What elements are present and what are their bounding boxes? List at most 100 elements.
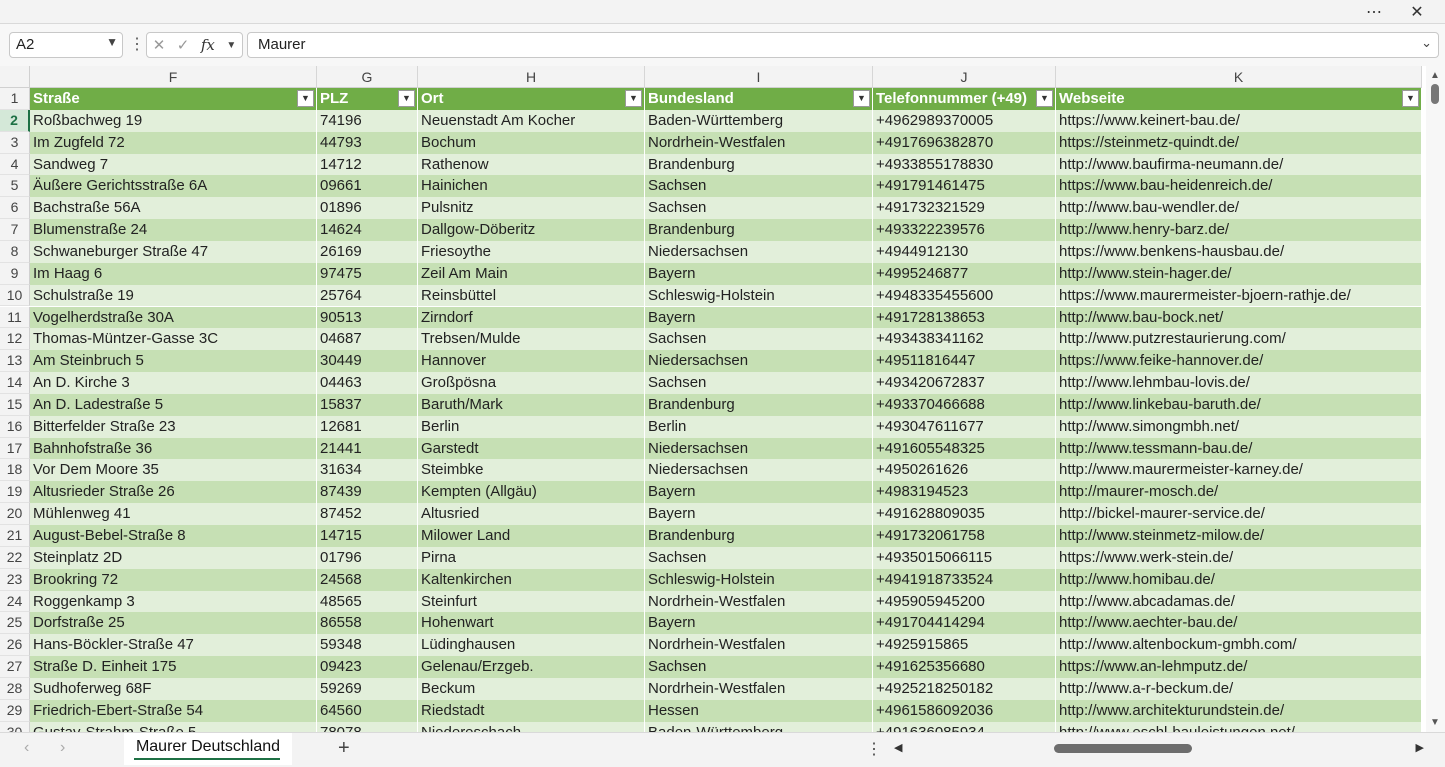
cell-telefon[interactable]: +49511816447 (873, 350, 1056, 373)
horizontal-scrollbar[interactable]: ◀ ▶ (894, 741, 1424, 755)
header-cell-plz[interactable]: PLZ ▼ (317, 88, 418, 110)
cell-street[interactable]: Dorfstraße 25 (30, 612, 317, 635)
row-number[interactable]: 11 (0, 306, 30, 329)
cell-plz[interactable]: 64560 (317, 699, 418, 722)
cell-bundesland[interactable]: Schleswig-Holstein (645, 284, 873, 307)
cell-street[interactable]: Bachstraße 56A (30, 197, 317, 220)
cell-plz[interactable]: 78078 (317, 721, 418, 732)
cell-webseite[interactable]: https://www.maurermeister-bjoern-rathje.… (1056, 284, 1422, 307)
close-icon[interactable]: ✕ (1399, 0, 1435, 24)
cell-street[interactable]: Mühlenweg 41 (30, 503, 317, 525)
row-number[interactable]: 26 (0, 634, 30, 657)
cell-ort[interactable]: Steimbke (418, 459, 645, 482)
cell-bundesland[interactable]: Brandenburg (645, 153, 873, 176)
cell-ort[interactable]: Milower Land (418, 525, 645, 547)
cell-webseite[interactable]: http://bickel-maurer-service.de/ (1056, 503, 1422, 525)
cell-ort[interactable]: Gelenau/Erzgeb. (418, 656, 645, 678)
cell-telefon[interactable]: +491628809035 (873, 503, 1056, 525)
cell-bundesland[interactable]: Bayern (645, 481, 873, 504)
cell-street[interactable]: Sandweg 7 (30, 153, 317, 176)
cell-bundesland[interactable]: Sachsen (645, 372, 873, 394)
cell-plz[interactable]: 15837 (317, 393, 418, 416)
row-number[interactable]: 16 (0, 415, 30, 438)
cell-telefon[interactable]: +493420672837 (873, 372, 1056, 394)
cell-plz[interactable]: 48565 (317, 590, 418, 613)
cell-bundesland[interactable]: Niedersachsen (645, 240, 873, 263)
cell-webseite[interactable]: https://www.an-lehmputz.de/ (1056, 656, 1422, 678)
cell-webseite[interactable]: http://www.linkebau-baruth.de/ (1056, 393, 1422, 416)
row-number[interactable]: 23 (0, 568, 30, 591)
header-cell-street[interactable]: Straße ▼ (30, 88, 317, 110)
cell-ort[interactable]: Zirndorf (418, 306, 645, 329)
spreadsheet-grid[interactable]: F G H I J K 1 Straße ▼ PLZ ▼ Ort ▼ Bundesland ▼ T… (0, 66, 1445, 732)
cell-bundesland[interactable]: Schleswig-Holstein (645, 568, 873, 591)
cell-street[interactable]: Steinplatz 2D (30, 546, 317, 569)
cell-plz[interactable]: 12681 (317, 415, 418, 438)
cell-webseite[interactable]: http://www.lehmbau-lovis.de/ (1056, 372, 1422, 394)
cell-street[interactable]: Altusrieder Straße 26 (30, 481, 317, 504)
cell-telefon[interactable]: +4941918733524 (873, 568, 1056, 591)
cell-plz[interactable]: 21441 (317, 437, 418, 460)
filter-dropdown-icon[interactable]: ▼ (297, 90, 314, 107)
cell-bundesland[interactable]: Bayern (645, 262, 873, 285)
row-number[interactable]: 4 (0, 153, 30, 176)
cell-telefon[interactable]: +491732321529 (873, 197, 1056, 220)
cell-plz[interactable]: 04463 (317, 372, 418, 394)
row-number[interactable]: 20 (0, 503, 30, 525)
next-sheet-icon[interactable]: › (60, 739, 65, 757)
cell-telefon[interactable]: +491704414294 (873, 612, 1056, 635)
row-number[interactable]: 17 (0, 437, 30, 460)
cell-bundesland[interactable]: Bayern (645, 306, 873, 329)
cell-ort[interactable]: Steinfurt (418, 590, 645, 613)
formula-input[interactable]: Maurer ⌄ (247, 32, 1439, 58)
cell-telefon[interactable]: +493322239576 (873, 219, 1056, 241)
row-number[interactable]: 27 (0, 656, 30, 678)
column-header-g[interactable]: G (317, 66, 418, 88)
cell-street[interactable]: Im Haag 6 (30, 262, 317, 285)
row-number[interactable]: 10 (0, 284, 30, 307)
cell-telefon[interactable]: +4948335455600 (873, 284, 1056, 307)
row-number[interactable]: 29 (0, 699, 30, 722)
cell-street[interactable]: Gustav-Strahm-Straße 5 (30, 721, 317, 732)
column-header-i[interactable]: I (645, 66, 873, 88)
header-cell-webseite[interactable]: Webseite ▼ (1056, 88, 1422, 110)
cell-telefon[interactable]: +491791461475 (873, 175, 1056, 198)
cell-telefon[interactable]: +491636085934 (873, 721, 1056, 732)
cell-ort[interactable]: Kempten (Allgäu) (418, 481, 645, 504)
cell-webseite[interactable]: http://www.henry-barz.de/ (1056, 219, 1422, 241)
filter-dropdown-icon[interactable]: ▼ (398, 90, 415, 107)
cell-ort[interactable]: Trebsen/Mulde (418, 328, 645, 351)
cell-plz[interactable]: 59269 (317, 677, 418, 700)
cell-webseite[interactable]: https://www.bau-heidenreich.de/ (1056, 175, 1422, 198)
cell-bundesland[interactable]: Sachsen (645, 175, 873, 198)
cell-ort[interactable]: Hainichen (418, 175, 645, 198)
cell-webseite[interactable]: http://www.putzrestaurierung.com/ (1056, 328, 1422, 351)
cell-bundesland[interactable]: Bayern (645, 503, 873, 525)
cancel-icon[interactable]: ✕ (153, 36, 166, 54)
cell-plz[interactable]: 74196 (317, 109, 418, 132)
cell-ort[interactable]: Altusried (418, 503, 645, 525)
cell-telefon[interactable]: +4935015066115 (873, 546, 1056, 569)
cell-telefon[interactable]: +4925218250182 (873, 677, 1056, 700)
enter-icon[interactable]: ✓ (177, 36, 190, 54)
header-cell-bundesland[interactable]: Bundesland ▼ (645, 88, 873, 110)
cell-webseite[interactable]: https://www.benkens-hausbau.de/ (1056, 240, 1422, 263)
cell-bundesland[interactable]: Nordrhein-Westfalen (645, 634, 873, 657)
cell-ort[interactable]: Friesoythe (418, 240, 645, 263)
cell-ort[interactable]: Rathenow (418, 153, 645, 176)
row-number[interactable]: 7 (0, 219, 30, 241)
row-number[interactable]: 28 (0, 677, 30, 700)
cell-street[interactable]: Äußere Gerichtsstraße 6A (30, 175, 317, 198)
column-header-f[interactable]: F (30, 66, 317, 88)
cell-webseite[interactable]: http://www.architekturundstein.de/ (1056, 699, 1422, 722)
cell-plz[interactable]: 31634 (317, 459, 418, 482)
cell-bundesland[interactable]: Bayern (645, 612, 873, 635)
cell-webseite[interactable]: http://www.eschl-bauleistungen.net/ (1056, 721, 1422, 732)
cell-plz[interactable]: 01896 (317, 197, 418, 220)
cell-bundesland[interactable]: Baden-Württemberg (645, 109, 873, 132)
cell-ort[interactable]: Neuenstadt Am Kocher (418, 109, 645, 132)
row-number[interactable]: 8 (0, 240, 30, 263)
formula-bar-options-icon[interactable]: ⋮ (129, 34, 145, 54)
cell-webseite[interactable]: http://www.tessmann-bau.de/ (1056, 437, 1422, 460)
filter-dropdown-icon[interactable]: ▼ (1402, 90, 1419, 107)
